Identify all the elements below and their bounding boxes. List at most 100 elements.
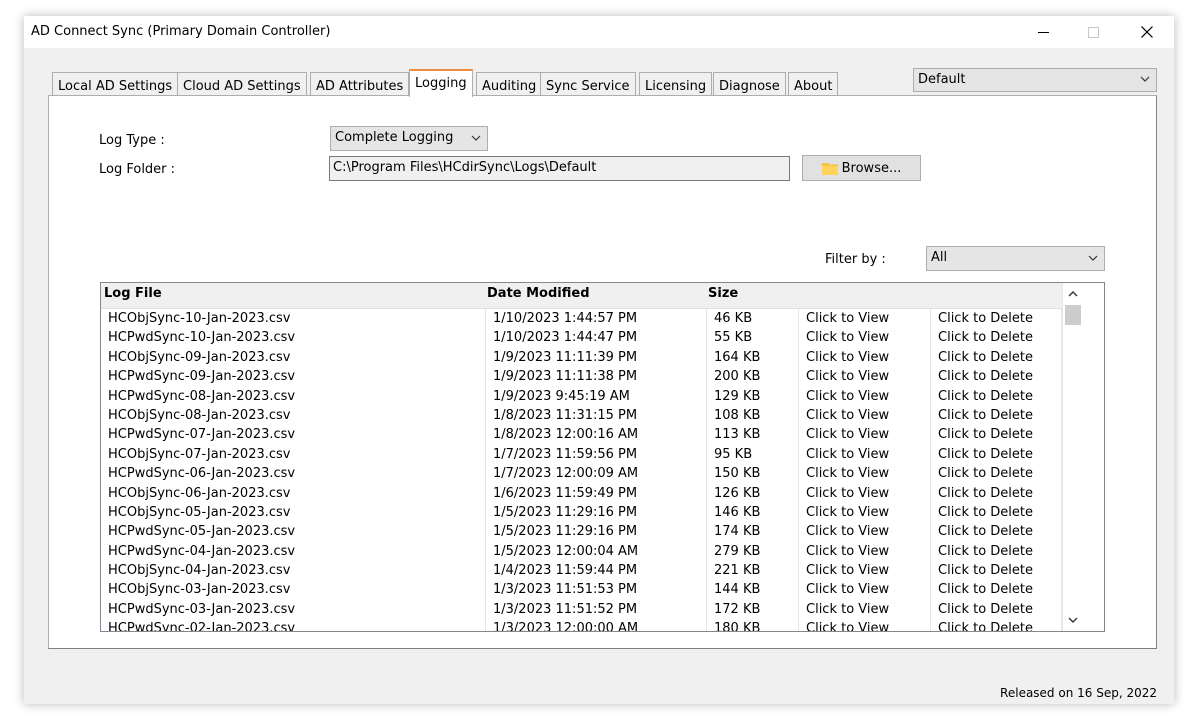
table-row[interactable]: HCPwdSync-04-Jan-2023.csv 1/5/2023 12:00:… xyxy=(101,541,1062,562)
tab-about[interactable]: About xyxy=(788,72,839,96)
log-type-label: Log Type : xyxy=(99,133,165,148)
table-row[interactable]: HCPwdSync-03-Jan-2023.csv 1/3/2023 11:51:… xyxy=(101,599,1062,620)
view-link[interactable]: Click to View xyxy=(799,405,931,426)
close-button[interactable] xyxy=(1124,16,1170,48)
view-link[interactable]: Click to View xyxy=(799,425,931,445)
table-row[interactable]: HCPwdSync-06-Jan-2023.csv 1/7/2023 12:00:… xyxy=(101,464,1062,484)
scroll-down-button[interactable] xyxy=(1063,611,1083,629)
table-row[interactable]: HCObjSync-07-Jan-2023.csv 1/7/2023 11:59:… xyxy=(101,444,1062,465)
delete-link[interactable]: Click to Delete xyxy=(931,425,1062,445)
delete-link[interactable]: Click to Delete xyxy=(931,328,1062,348)
tab-cloud-ad-settings[interactable]: Cloud AD Settings xyxy=(177,72,307,96)
view-link[interactable]: Click to View xyxy=(799,347,931,368)
log-folder-field[interactable]: C:\Program Files\HCdirSync\Logs\Default xyxy=(329,156,790,181)
view-link[interactable]: Click to View xyxy=(799,386,931,406)
date-modified-cell: 1/5/2023 11:29:16 PM xyxy=(486,522,707,542)
table-row[interactable]: HCPwdSync-09-Jan-2023.csv 1/9/2023 11:11:… xyxy=(101,367,1062,387)
column-header-size[interactable]: Size xyxy=(708,286,738,301)
log-folder-label: Log Folder : xyxy=(99,162,176,177)
log-file-cell: HCObjSync-09-Jan-2023.csv xyxy=(101,347,486,368)
view-link[interactable]: Click to View xyxy=(799,328,931,348)
log-type-dropdown[interactable]: Complete Logging xyxy=(330,126,488,151)
view-link[interactable]: Click to View xyxy=(799,483,931,503)
size-cell: 150 KB xyxy=(707,464,799,484)
date-modified-cell: 1/9/2023 9:45:19 AM xyxy=(486,386,707,406)
date-modified-cell: 1/6/2023 11:59:49 PM xyxy=(486,483,707,503)
browse-button[interactable]: Browse... xyxy=(802,155,921,181)
minimize-button[interactable] xyxy=(1020,16,1066,48)
log-file-cell: HCObjSync-03-Jan-2023.csv xyxy=(101,580,486,600)
maximize-button[interactable] xyxy=(1070,16,1116,48)
size-cell: 279 KB xyxy=(707,541,799,562)
view-link[interactable]: Click to View xyxy=(799,599,931,620)
browse-button-label: Browse... xyxy=(841,160,902,176)
delete-link[interactable]: Click to Delete xyxy=(931,309,1062,329)
size-cell: 174 KB xyxy=(707,522,799,542)
filter-dropdown[interactable]: All xyxy=(926,246,1105,271)
size-cell: 113 KB xyxy=(707,425,799,445)
column-header-date-modified[interactable]: Date Modified xyxy=(487,286,590,301)
table-row[interactable]: HCObjSync-08-Jan-2023.csv 1/8/2023 11:31:… xyxy=(101,405,1062,426)
table-header: Log File Date Modified Size xyxy=(101,283,1062,309)
delete-link[interactable]: Click to Delete xyxy=(931,367,1062,387)
tab-logging[interactable]: Logging xyxy=(409,69,473,97)
vertical-scrollbar[interactable] xyxy=(1062,283,1083,631)
delete-link[interactable]: Click to Delete xyxy=(931,619,1062,631)
delete-link[interactable]: Click to Delete xyxy=(931,599,1062,620)
view-link[interactable]: Click to View xyxy=(799,464,931,484)
delete-link[interactable]: Click to Delete xyxy=(931,580,1062,600)
tab-sync-service[interactable]: Sync Service xyxy=(540,72,636,96)
table-row[interactable]: HCObjSync-06-Jan-2023.csv 1/6/2023 11:59:… xyxy=(101,483,1062,503)
view-link[interactable]: Click to View xyxy=(799,541,931,562)
view-link[interactable]: Click to View xyxy=(799,561,931,581)
tab-local-ad-settings[interactable]: Local AD Settings xyxy=(52,72,179,96)
table-row[interactable]: HCObjSync-03-Jan-2023.csv 1/3/2023 11:51:… xyxy=(101,580,1062,600)
date-modified-cell: 1/9/2023 11:11:38 PM xyxy=(486,367,707,387)
table-row[interactable]: HCPwdSync-10-Jan-2023.csv 1/10/2023 1:44:… xyxy=(101,328,1062,348)
scroll-up-button[interactable] xyxy=(1063,285,1083,303)
delete-link[interactable]: Click to Delete xyxy=(931,464,1062,484)
release-date-text: Released on 16 Sep, 2022 xyxy=(1000,686,1157,700)
tab-diagnose[interactable]: Diagnose xyxy=(713,72,786,96)
scrollbar-thumb[interactable] xyxy=(1065,305,1081,325)
delete-link[interactable]: Click to Delete xyxy=(931,561,1062,581)
delete-link[interactable]: Click to Delete xyxy=(931,386,1062,406)
view-link[interactable]: Click to View xyxy=(799,619,931,631)
table-row[interactable]: HCPwdSync-08-Jan-2023.csv 1/9/2023 9:45:1… xyxy=(101,386,1062,406)
table-row[interactable]: HCPwdSync-07-Jan-2023.csv 1/8/2023 12:00:… xyxy=(101,425,1062,445)
delete-link[interactable]: Click to Delete xyxy=(931,522,1062,542)
delete-link[interactable]: Click to Delete xyxy=(931,347,1062,368)
app-window: AD Connect Sync (Primary Domain Controll… xyxy=(24,16,1174,704)
table-row[interactable]: HCObjSync-05-Jan-2023.csv 1/5/2023 11:29:… xyxy=(101,502,1062,523)
table-row[interactable]: HCPwdSync-05-Jan-2023.csv 1/5/2023 11:29:… xyxy=(101,522,1062,542)
log-file-cell: HCPwdSync-08-Jan-2023.csv xyxy=(101,386,486,406)
tab-licensing[interactable]: Licensing xyxy=(639,72,713,96)
maximize-icon xyxy=(1087,26,1099,38)
delete-link[interactable]: Click to Delete xyxy=(931,444,1062,465)
size-cell: 164 KB xyxy=(707,347,799,368)
delete-link[interactable]: Click to Delete xyxy=(931,502,1062,523)
tab-auditing[interactable]: Auditing xyxy=(476,72,543,96)
view-link[interactable]: Click to View xyxy=(799,309,931,329)
delete-link[interactable]: Click to Delete xyxy=(931,541,1062,562)
size-cell: 200 KB xyxy=(707,367,799,387)
view-link[interactable]: Click to View xyxy=(799,502,931,523)
view-link[interactable]: Click to View xyxy=(799,580,931,600)
minimize-icon xyxy=(1037,31,1049,33)
column-header-log-file[interactable]: Log File xyxy=(104,286,162,301)
table-row[interactable]: HCPwdSync-02-Jan-2023.csv 1/3/2023 12:00:… xyxy=(101,619,1062,631)
view-link[interactable]: Click to View xyxy=(799,367,931,387)
delete-link[interactable]: Click to Delete xyxy=(931,483,1062,503)
table-row[interactable]: HCObjSync-09-Jan-2023.csv 1/9/2023 11:11:… xyxy=(101,347,1062,368)
chevron-down-icon xyxy=(1140,76,1150,82)
delete-link[interactable]: Click to Delete xyxy=(931,405,1062,426)
profile-dropdown[interactable]: Default xyxy=(913,68,1157,92)
size-cell: 146 KB xyxy=(707,502,799,523)
table-row[interactable]: HCObjSync-10-Jan-2023.csv 1/10/2023 1:44:… xyxy=(101,309,1062,329)
view-link[interactable]: Click to View xyxy=(799,444,931,465)
size-cell: 46 KB xyxy=(707,309,799,329)
table-row[interactable]: HCObjSync-04-Jan-2023.csv 1/4/2023 11:59:… xyxy=(101,561,1062,581)
tab-ad-attributes[interactable]: AD Attributes xyxy=(310,72,410,96)
view-link[interactable]: Click to View xyxy=(799,522,931,542)
date-modified-cell: 1/3/2023 11:51:52 PM xyxy=(486,599,707,620)
